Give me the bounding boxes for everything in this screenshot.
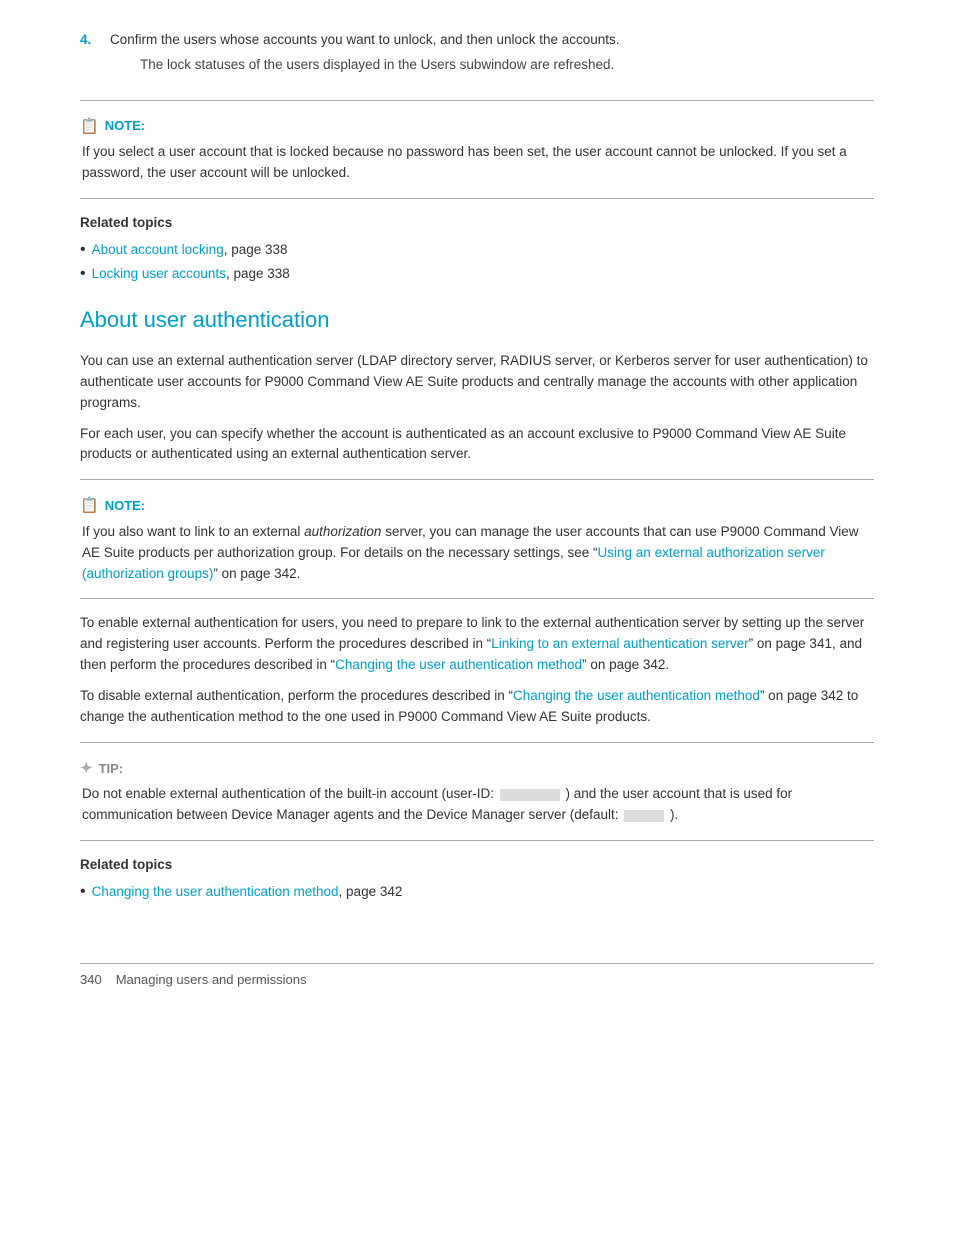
related-link-rest: , page 338 bbox=[224, 242, 288, 257]
note2-end: ” on page 342. bbox=[213, 566, 300, 581]
changing-auth-method-link-2[interactable]: Changing the user authentication method bbox=[513, 688, 760, 703]
linking-external-auth-link[interactable]: Linking to an external authentication se… bbox=[491, 636, 748, 651]
note-box-2: 📋 NOTE: If you also want to link to an e… bbox=[80, 494, 874, 584]
note2-before: If you also want to link to an external bbox=[82, 524, 304, 539]
related-link-rest: , page 338 bbox=[226, 266, 290, 281]
divider-top-note2 bbox=[80, 479, 874, 480]
step-number: 4. bbox=[80, 30, 98, 86]
about-account-locking-link[interactable]: About account locking bbox=[92, 242, 224, 257]
tip-end: ). bbox=[666, 807, 678, 822]
divider-bottom-note2 bbox=[80, 598, 874, 599]
body-para-2: For each user, you can specify whether t… bbox=[80, 424, 874, 466]
step-followup: The lock statuses of the users displayed… bbox=[140, 55, 874, 76]
body-para-3: To enable external authentication for us… bbox=[80, 613, 874, 676]
locking-user-accounts-link[interactable]: Locking user accounts bbox=[92, 266, 226, 281]
related-topics-title-2: Related topics bbox=[80, 855, 874, 876]
tip-body: Do not enable external authentication of… bbox=[82, 784, 874, 826]
divider-top-note1 bbox=[80, 100, 874, 101]
para4-before: To disable external authentication, perf… bbox=[80, 688, 513, 703]
note-header-1: 📋 NOTE: bbox=[80, 115, 874, 138]
note-box-1: 📋 NOTE: If you select a user account tha… bbox=[80, 115, 874, 184]
tip-label: TIP: bbox=[99, 759, 124, 779]
blank-1 bbox=[500, 789, 560, 801]
note-icon-2: 📋 bbox=[80, 494, 99, 517]
related-link[interactable]: Locking user accounts, page 338 bbox=[92, 264, 290, 285]
bullet-icon: • bbox=[80, 242, 86, 258]
note-label-2: NOTE: bbox=[105, 496, 145, 516]
related-topics-title-1: Related topics bbox=[80, 213, 874, 234]
changing-auth-method-link-1[interactable]: Changing the user authentication method bbox=[335, 657, 582, 672]
tip-icon: ✦ bbox=[80, 757, 93, 780]
footer-page: 340 bbox=[80, 970, 102, 990]
list-item: • Changing the user authentication metho… bbox=[80, 882, 874, 903]
para3-end: ” on page 342. bbox=[582, 657, 669, 672]
changing-auth-method-link-3[interactable]: Changing the user authentication method bbox=[92, 884, 339, 899]
body-para-1: You can use an external authentication s… bbox=[80, 351, 874, 414]
related-list-1: • About account locking, page 338 • Lock… bbox=[80, 240, 874, 285]
divider-top-tip bbox=[80, 742, 874, 743]
tip-header: ✦ TIP: bbox=[80, 757, 874, 780]
section-heading: About user authentication bbox=[80, 303, 874, 337]
note-label-1: NOTE: bbox=[105, 116, 145, 136]
related-topics-1: Related topics • About account locking, … bbox=[80, 213, 874, 285]
related-link[interactable]: Changing the user authentication method,… bbox=[92, 882, 403, 903]
step-text: Confirm the users whose accounts you wan… bbox=[110, 32, 620, 47]
bullet-icon: • bbox=[80, 266, 86, 282]
step-4: 4. Confirm the users whose accounts you … bbox=[80, 30, 874, 86]
note-body-2: If you also want to link to an external … bbox=[82, 522, 874, 585]
related-link-rest-2: , page 342 bbox=[339, 884, 403, 899]
tip-box: ✦ TIP: Do not enable external authentica… bbox=[80, 757, 874, 826]
list-item: • About account locking, page 338 bbox=[80, 240, 874, 261]
tip-before: Do not enable external authentication of… bbox=[82, 786, 498, 801]
body-para-4: To disable external authentication, perf… bbox=[80, 686, 874, 728]
list-item: • Locking user accounts, page 338 bbox=[80, 264, 874, 285]
note-header-2: 📋 NOTE: bbox=[80, 494, 874, 517]
bullet-icon: • bbox=[80, 884, 86, 900]
note-body-1: If you select a user account that is loc… bbox=[82, 142, 874, 184]
related-link[interactable]: About account locking, page 338 bbox=[92, 240, 288, 261]
note2-italic: authorization bbox=[304, 524, 381, 539]
divider-bottom-note1 bbox=[80, 198, 874, 199]
related-list-2: • Changing the user authentication metho… bbox=[80, 882, 874, 903]
footer: 340 Managing users and permissions bbox=[80, 963, 874, 990]
note-icon-1: 📋 bbox=[80, 115, 99, 138]
footer-text: Managing users and permissions bbox=[116, 970, 307, 990]
blank-2 bbox=[624, 810, 664, 822]
divider-bottom-tip bbox=[80, 840, 874, 841]
related-topics-2: Related topics • Changing the user authe… bbox=[80, 855, 874, 903]
